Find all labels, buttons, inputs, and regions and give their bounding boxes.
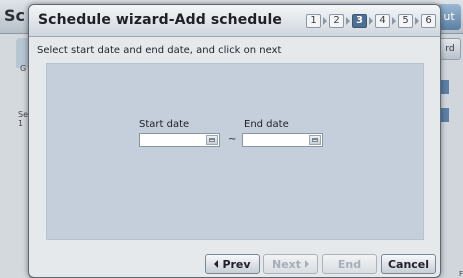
- wizard-step-indicator: 1 2 3 4 5 6: [306, 14, 436, 28]
- wizard-step-4: 4: [375, 14, 390, 28]
- next-button-label: Next: [271, 257, 302, 271]
- wizard-step-6: 6: [421, 14, 436, 28]
- background-left-label-s: Se 1: [18, 110, 28, 128]
- calendar-icon: [312, 138, 318, 142]
- background-bottom-text: F: [458, 270, 463, 278]
- background-right-button: rd: [439, 38, 461, 60]
- chevron-right-icon: [305, 260, 310, 268]
- end-date-input[interactable]: [243, 134, 307, 146]
- prev-button[interactable]: Prev: [205, 254, 260, 274]
- end-date-label: End date: [244, 119, 289, 130]
- calendar-icon: [209, 138, 215, 142]
- end-button[interactable]: End: [322, 254, 377, 274]
- chevron-left-icon: [214, 260, 219, 268]
- background-left-label-s2: 1: [18, 119, 24, 128]
- background-left-label-s1: Se: [18, 110, 28, 119]
- step-arrow-icon: [367, 14, 375, 28]
- step-arrow-icon: [390, 14, 398, 28]
- step-arrow-icon: [413, 14, 421, 28]
- prev-button-label: Prev: [222, 257, 251, 271]
- background-title: Sc: [4, 6, 26, 25]
- date-selection-panel: Start date End date ~: [46, 63, 424, 240]
- wizard-step-1: 1: [306, 14, 321, 28]
- instruction-text: Select start date and end date, and clic…: [37, 45, 282, 56]
- wizard-step-5: 5: [398, 14, 413, 28]
- background-left-label: G: [20, 64, 27, 73]
- dialog-header: Schedule wizard-Add schedule 1 2 3 4 5 6: [29, 5, 440, 37]
- wizard-step-3: 3: [352, 14, 367, 28]
- next-button[interactable]: Next: [263, 254, 318, 274]
- dialog-title: Schedule wizard-Add schedule: [38, 12, 282, 28]
- end-button-label: End: [337, 257, 362, 271]
- end-date-calendar-button[interactable]: [309, 135, 321, 145]
- step-arrow-icon: [321, 14, 329, 28]
- cancel-button[interactable]: Cancel: [381, 254, 436, 274]
- step-arrow-icon: [344, 14, 352, 28]
- dialog-footer: Prev Next End Cancel: [29, 249, 440, 277]
- wizard-step-2: 2: [329, 14, 344, 28]
- start-date-label: Start date: [139, 119, 190, 130]
- start-date-input[interactable]: [140, 134, 204, 146]
- start-date-calendar-button[interactable]: [206, 135, 218, 145]
- start-date-field[interactable]: [139, 133, 220, 147]
- date-range-separator: ~: [228, 134, 237, 145]
- schedule-wizard-dialog: Schedule wizard-Add schedule 1 2 3 4 5 6…: [28, 4, 441, 278]
- end-date-field[interactable]: [242, 133, 323, 147]
- cancel-button-label: Cancel: [387, 257, 430, 271]
